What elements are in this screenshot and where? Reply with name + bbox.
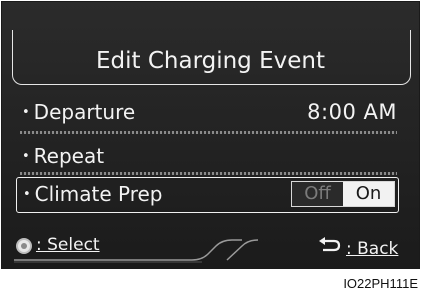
climate-prep-label: • Climate Prep bbox=[23, 178, 162, 214]
climate-prep-toggle[interactable]: Off On bbox=[291, 181, 395, 207]
departure-time-value: 8:00 AM bbox=[307, 100, 397, 124]
back-hint[interactable]: : Back bbox=[346, 237, 398, 261]
bullet: • bbox=[22, 105, 30, 120]
departure-label-text: Departure bbox=[33, 100, 136, 124]
toggle-off-option[interactable]: Off bbox=[292, 182, 343, 206]
departure-row[interactable]: • Departure 8:00 AM bbox=[22, 95, 397, 129]
repeat-label-text: Repeat bbox=[33, 144, 105, 168]
row-separator bbox=[20, 172, 397, 175]
row-separator bbox=[20, 131, 397, 134]
toggle-on-option[interactable]: On bbox=[343, 182, 394, 206]
departure-label: • Departure bbox=[22, 95, 135, 133]
display-screen: Edit Charging Event • Departure 8:00 AM •… bbox=[1, 1, 420, 269]
climate-prep-label-text: Climate Prep bbox=[34, 182, 163, 206]
figure-code: IO22PH111E bbox=[343, 276, 418, 291]
select-hint: : Select bbox=[36, 235, 100, 255]
page-title: Edit Charging Event bbox=[95, 48, 325, 74]
climate-prep-row[interactable]: • Climate Prep Off On bbox=[16, 177, 399, 213]
bullet: • bbox=[23, 187, 31, 202]
bullet: • bbox=[22, 149, 30, 164]
back-arrow-icon[interactable] bbox=[318, 237, 342, 253]
footer-bar: : Select : Back bbox=[2, 226, 419, 266]
select-knob-icon bbox=[16, 238, 32, 254]
repeat-row[interactable]: • Repeat bbox=[22, 139, 397, 173]
